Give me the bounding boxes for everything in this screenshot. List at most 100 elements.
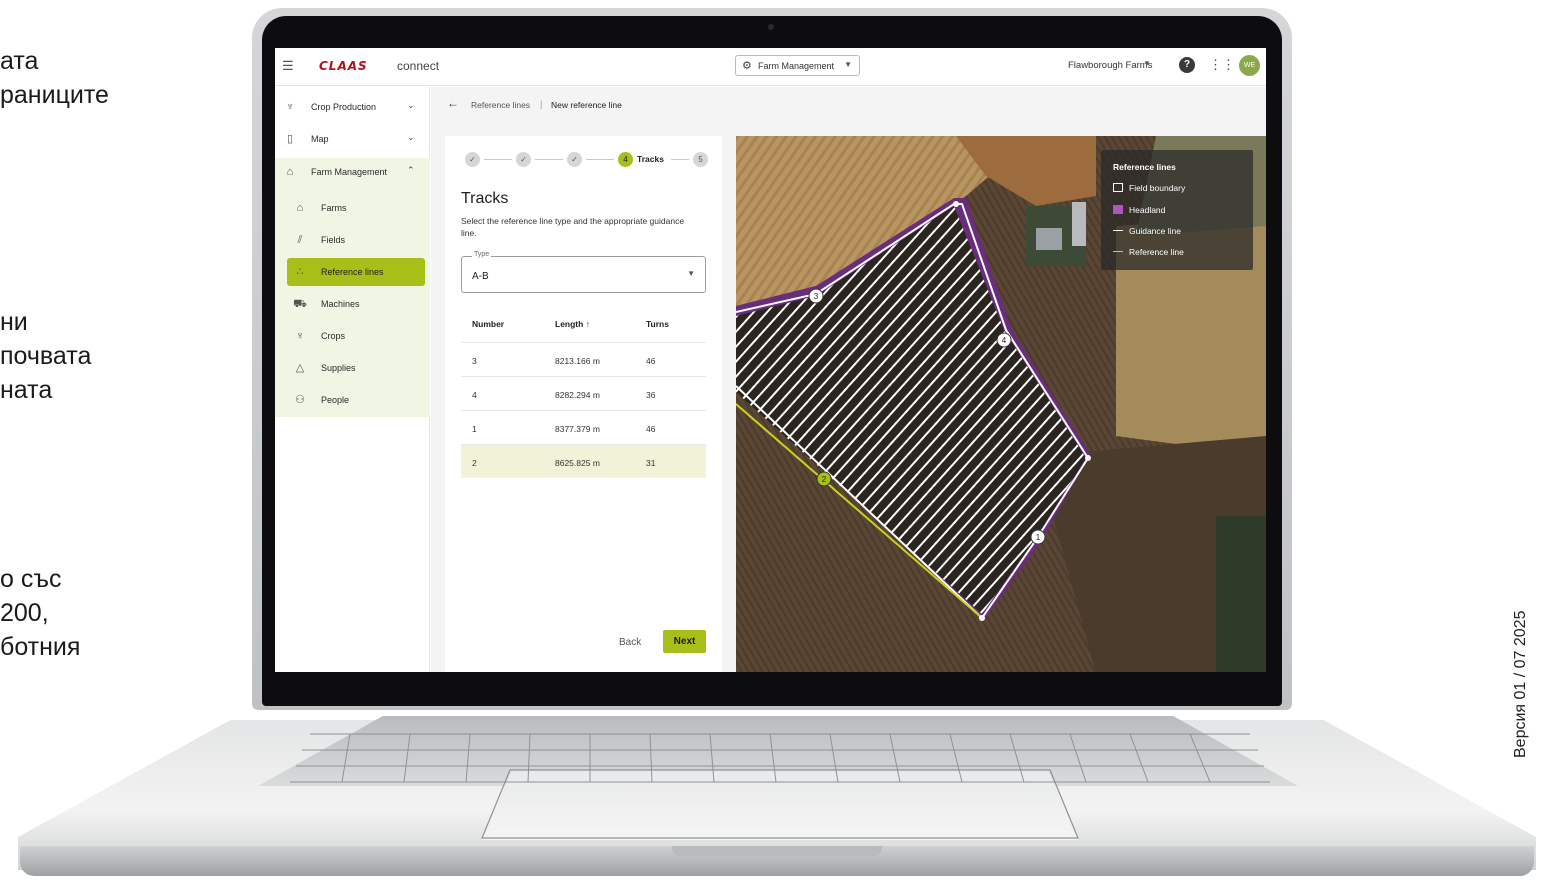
sidebar-item-machines[interactable]: ⛟ Machines — [275, 290, 430, 318]
help-icon[interactable]: ? — [1179, 57, 1195, 73]
sidebar-item-label: Map — [311, 134, 329, 144]
step-current-label: Tracks — [637, 154, 664, 164]
caret-down-icon: ▼ — [844, 60, 852, 69]
caret-down-icon[interactable]: ▼ — [1143, 59, 1151, 68]
back-arrow-icon[interactable]: ← — [447, 96, 459, 110]
map-legend: Reference lines Field boundary Headland … — [1101, 150, 1253, 270]
step-done-icon[interactable]: ✓ — [567, 152, 582, 167]
page-description: Select the reference line type and the a… — [461, 216, 685, 238]
sidebar-item-farms[interactable]: ⌂ Farms — [275, 194, 430, 222]
app-screen: ☰ CLAAS connect ⚙ Farm Management ▼ Flaw… — [275, 48, 1266, 672]
slide-text-line: почвата — [0, 342, 92, 370]
reference-lines-icon: ∴ — [296, 266, 304, 278]
step-done-icon[interactable]: ✓ — [465, 152, 480, 167]
chevron-down-icon: ⌄ — [407, 132, 415, 142]
breadcrumb-current: New reference line — [551, 100, 622, 110]
sidebar-item-crop-production[interactable]: ♆ Crop Production ⌄ — [275, 93, 430, 121]
track-marker-label: 3 — [814, 292, 819, 301]
column-header-number[interactable]: Number — [472, 319, 504, 329]
cell-turns: 46 — [646, 356, 656, 366]
table-row[interactable]: 3 8213.166 m 46 — [461, 342, 706, 376]
step-connector — [535, 159, 563, 160]
sidebar-item-supplies[interactable]: △ Supplies — [275, 354, 430, 382]
reference-line-icon — [1113, 250, 1123, 252]
slide-text-line: раниците — [0, 81, 109, 109]
breadcrumb-parent[interactable]: Reference lines — [471, 100, 530, 110]
vertex-point[interactable] — [953, 201, 959, 207]
step-next[interactable]: 5 — [693, 152, 708, 167]
cell-length: 8625.825 m — [555, 458, 600, 468]
legend-item-label: Reference line — [1129, 247, 1184, 257]
sidebar-item-label: Supplies — [321, 363, 356, 373]
next-button[interactable]: Next — [663, 630, 706, 653]
legend-item-label: Guidance line — [1129, 226, 1181, 236]
farm-select[interactable]: Flawborough Farms — [1068, 60, 1152, 71]
slide-text-line: ата — [0, 47, 39, 75]
map-icon: ▯ — [286, 133, 294, 145]
cell-number: 4 — [472, 390, 477, 400]
wizard-panel: ✓ ✓ ✓ 4 Tracks 5 Tracks Select the refer… — [445, 136, 722, 672]
table-row[interactable]: 1 8377.379 m 46 — [461, 410, 706, 444]
camera-icon — [768, 24, 774, 30]
product-name: connect — [397, 59, 440, 73]
fields-icon: ⫽ — [297, 234, 303, 246]
sidebar-item-crops[interactable]: ♆ Crops — [275, 322, 430, 350]
sidebar-item-reference-lines[interactable]: ∴ Reference lines — [287, 258, 425, 286]
caret-down-icon: ▼ — [687, 269, 695, 278]
people-icon: ⚇ — [295, 394, 305, 406]
farm-icon: ⌂ — [286, 166, 294, 178]
slide: ата раниците ни почвата ната о със 200, … — [0, 0, 1554, 886]
menu-icon[interactable]: ☰ — [282, 58, 298, 74]
laptop-notch — [672, 846, 882, 856]
sidebar-item-people[interactable]: ⚇ People — [275, 386, 430, 414]
cell-turns: 31 — [646, 458, 656, 468]
breadcrumb-separator: | — [540, 99, 543, 109]
back-button[interactable]: Back — [619, 637, 641, 648]
module-select[interactable]: ⚙ Farm Management ▼ — [735, 55, 860, 76]
step-done-icon[interactable]: ✓ — [516, 152, 531, 167]
cell-turns: 46 — [646, 424, 656, 434]
sidebar: ♆ Crop Production ⌄ ▯ Map ⌄ ⌂ Farm Manag… — [275, 87, 430, 672]
table-row-selected[interactable]: 2 8625.825 m 31 — [461, 444, 706, 478]
type-select[interactable]: Type A-B ▼ — [461, 251, 706, 293]
cell-number: 3 — [472, 356, 477, 366]
sidebar-item-fields[interactable]: ⫽ Fields — [275, 226, 430, 254]
avatar[interactable]: WE — [1239, 55, 1260, 76]
cell-turns: 36 — [646, 390, 656, 400]
map-woodland — [1216, 516, 1266, 672]
farm-icon: ⌂ — [296, 202, 304, 214]
stepper: ✓ ✓ ✓ 4 Tracks 5 — [465, 152, 715, 168]
slide-text-line: ботния — [0, 633, 81, 661]
column-header-turns[interactable]: Turns — [646, 319, 669, 329]
sidebar-item-farm-management[interactable]: ⌂ Farm Management ⌃ — [275, 158, 430, 186]
page-title: Tracks — [461, 190, 509, 207]
sidebar-item-map[interactable]: ▯ Map ⌄ — [275, 125, 430, 153]
map-view[interactable]: 3 4 1 2 Reference lines Field boundary H… — [736, 136, 1266, 672]
slide-text-line: 200, — [0, 599, 49, 627]
step-current[interactable]: 4 — [618, 152, 633, 167]
track-marker-label: 2 — [822, 475, 827, 484]
column-header-length[interactable]: Length ↑ — [555, 319, 590, 329]
version-label: Версия 01 / 07 2025 — [1512, 610, 1529, 758]
map-building — [1036, 228, 1062, 250]
sidebar-item-label: Fields — [321, 235, 346, 245]
legend-item-label: Field boundary — [1129, 183, 1186, 193]
step-connector — [586, 159, 614, 160]
track-marker-label: 1 — [1036, 533, 1041, 542]
table-row[interactable]: 4 8282.294 m 36 — [461, 376, 706, 410]
brand-logo[interactable]: CLAAS — [319, 59, 368, 73]
cell-length: 8377.379 m — [555, 424, 600, 434]
chevron-up-icon: ⌃ — [407, 165, 415, 175]
tractor-icon: ⛟ — [293, 298, 307, 310]
sidebar-item-label: Farm Management — [311, 167, 388, 177]
legend-item-headland: Headland — [1113, 205, 1165, 215]
vertex-point[interactable] — [1085, 455, 1091, 461]
cell-length: 8282.294 m — [555, 390, 600, 400]
sidebar-item-label: Crops — [321, 331, 346, 341]
vertex-point[interactable] — [979, 615, 985, 621]
sidebar-item-label: People — [321, 395, 350, 405]
track-marker-label: 4 — [1002, 336, 1007, 345]
cell-number: 1 — [472, 424, 477, 434]
type-select-value: A-B — [472, 271, 489, 282]
sidebar-item-label: Reference lines — [321, 267, 384, 277]
